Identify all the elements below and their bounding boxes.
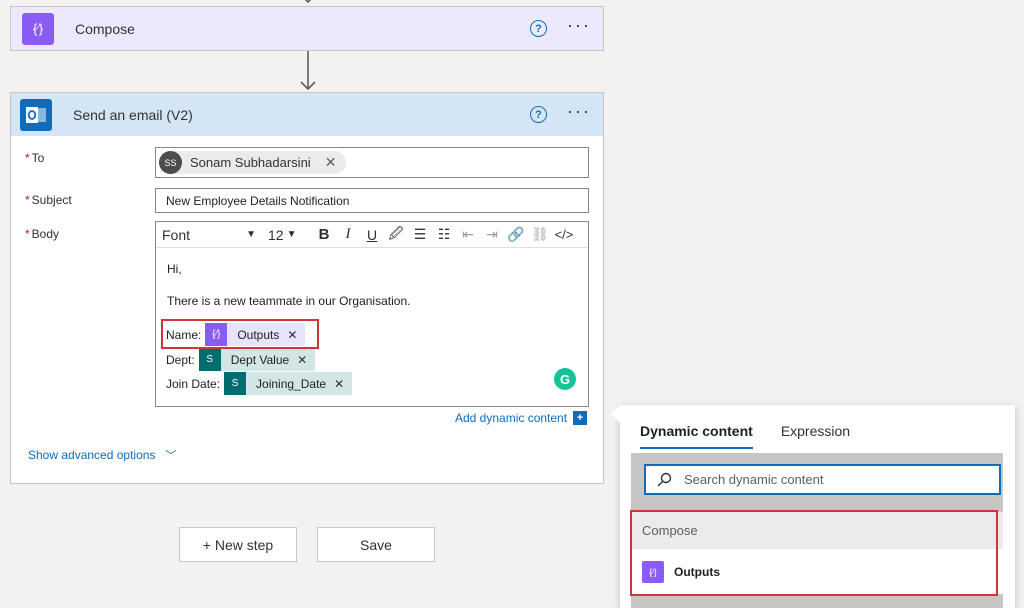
decrease-indent-icon[interactable]: ⇤ <box>456 224 480 246</box>
recipient-name: Sonam Subhadarsini <box>190 155 311 170</box>
grammarly-icon[interactable]: G <box>554 368 576 390</box>
joining-date-token[interactable]: S Joining_Date ✕ <box>224 372 353 395</box>
dept-value-token[interactable]: S Dept Value ✕ <box>198 348 316 371</box>
numbered-list-icon[interactable]: ☷ <box>432 224 456 246</box>
panel-tabs: Dynamic content Expression <box>640 423 850 449</box>
plus-icon: + <box>573 411 588 425</box>
chevron-down-icon: ▼ <box>286 229 297 240</box>
underline-icon[interactable]: U <box>360 224 384 246</box>
compose-card-header[interactable]: {⁄} Compose ? ··· <box>11 7 603 50</box>
editor-toolbar: Font ▼ 12 ▼ B I U 🖉 ☰ ☷ ⇤ ⇥ 🔗 ⛓ </> <box>156 222 588 248</box>
to-label: * To <box>25 151 45 165</box>
body-line: There is a new teammate in our Organisat… <box>167 294 411 308</box>
highlight-pen-icon[interactable]: 🖉 <box>384 224 408 246</box>
compose-icon: {⁄} <box>22 12 54 45</box>
panel-pointer <box>611 405 620 423</box>
search-input[interactable] <box>684 472 984 487</box>
compose-action-card[interactable]: {⁄} Compose ? ··· <box>10 6 604 51</box>
body-row-join-date: Join Date: S Joining_Date ✕ <box>166 372 353 395</box>
flow-arrow <box>300 51 316 91</box>
outlook-icon <box>20 98 52 131</box>
send-email-title: Send an email (V2) <box>73 106 193 123</box>
send-email-action-card: Send an email (V2) ? ··· * To SS Sonam Su… <box>10 92 604 484</box>
subject-input[interactable]: New Employee Details Notification <box>155 188 589 213</box>
more-options-icon[interactable]: ··· <box>567 102 591 120</box>
more-options-icon[interactable]: ··· <box>567 16 591 34</box>
remove-recipient-icon[interactable]: ✕ <box>325 154 337 171</box>
compose-title: Compose <box>75 20 135 37</box>
new-step-button[interactable]: + New step <box>179 527 297 562</box>
show-advanced-options-link[interactable]: Show advanced options ﹀ <box>28 447 176 463</box>
body-row-dept: Dept: S Dept Value ✕ <box>166 348 316 371</box>
tab-dynamic-content[interactable]: Dynamic content <box>640 423 753 449</box>
remove-token-icon[interactable]: ✕ <box>297 353 307 367</box>
body-label: * Body <box>25 227 60 241</box>
font-size-select[interactable]: 12 ▼ <box>268 227 312 243</box>
bold-icon[interactable]: B <box>312 224 336 246</box>
body-editor[interactable]: Font ▼ 12 ▼ B I U 🖉 ☰ ☷ ⇤ ⇥ 🔗 ⛓ </> Hi, Th… <box>155 221 589 407</box>
help-icon[interactable]: ? <box>530 20 547 37</box>
to-field[interactable]: SS Sonam Subhadarsini ✕ <box>155 147 589 178</box>
italic-icon[interactable]: I <box>336 224 360 246</box>
subject-label: * Subject <box>25 193 72 207</box>
bullet-list-icon[interactable]: ☰ <box>408 224 432 246</box>
help-icon[interactable]: ? <box>530 106 547 123</box>
chevron-down-icon: ﹀ <box>165 450 177 462</box>
chevron-down-icon: ▼ <box>246 229 256 240</box>
name-row-highlight <box>161 319 319 349</box>
sharepoint-icon: S <box>224 372 247 395</box>
code-view-icon[interactable]: </> <box>552 224 576 246</box>
link-icon[interactable]: 🔗 <box>504 224 528 246</box>
font-select[interactable]: Font ▼ <box>162 227 262 243</box>
save-button[interactable]: Save <box>317 527 435 562</box>
send-email-card-header[interactable]: Send an email (V2) ? ··· <box>11 93 603 136</box>
sharepoint-icon: S <box>198 348 221 371</box>
increase-indent-icon[interactable]: ⇥ <box>480 224 504 246</box>
recipient-pill[interactable]: SS Sonam Subhadarsini ✕ <box>159 151 347 174</box>
search-box[interactable] <box>644 464 1001 495</box>
tab-expression[interactable]: Expression <box>781 423 850 439</box>
add-dynamic-content-link[interactable]: Add dynamic content + <box>455 411 588 425</box>
remove-token-icon[interactable]: ✕ <box>334 377 344 391</box>
avatar: SS <box>159 151 182 174</box>
body-greeting: Hi, <box>167 262 182 276</box>
compose-section-highlight <box>630 510 998 596</box>
unlink-icon[interactable]: ⛓ <box>528 224 552 246</box>
search-icon <box>657 472 672 486</box>
